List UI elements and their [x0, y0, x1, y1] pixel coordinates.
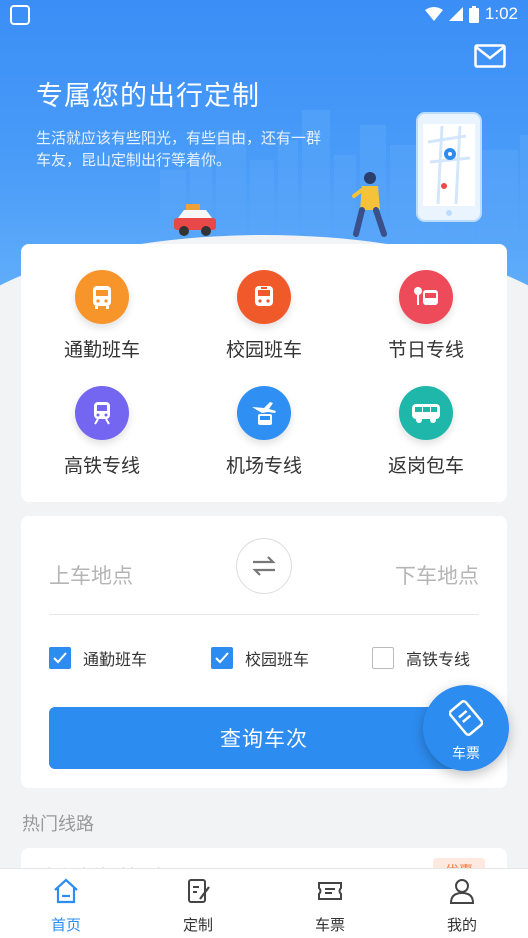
tab-label: 首页: [50, 916, 81, 934]
mail-icon[interactable]: [474, 44, 506, 68]
bottom-tab-bar: 首页 定制 车票 我的: [0, 868, 528, 938]
option-label: 通勤班车: [83, 650, 148, 669]
service-festival-line[interactable]: 节日专线: [356, 270, 496, 362]
service-label: 返岗包车: [387, 455, 464, 477]
swap-icon: [252, 556, 276, 576]
person-illustration: [352, 172, 387, 237]
charter-bus-icon: [399, 386, 453, 440]
train-icon: [75, 386, 129, 440]
user-icon: [449, 879, 475, 904]
festival-bus-icon: [399, 270, 453, 324]
service-label: 通勤班车: [63, 339, 140, 361]
service-high-speed-rail[interactable]: 高铁专线: [32, 386, 172, 478]
status-time: 1:02: [484, 4, 518, 23]
fab-label: 车票: [452, 746, 480, 762]
phone-map-illustration: [416, 112, 482, 222]
service-airport-line[interactable]: 机场专线: [194, 386, 334, 478]
tickets-fab[interactable]: 车票: [423, 685, 509, 771]
service-commute-bus[interactable]: 通勤班车: [32, 270, 172, 362]
option-commute-bus[interactable]: 通勤班车: [49, 646, 147, 670]
tab-label: 定制: [182, 916, 213, 934]
hero-subtitle: 生活就应该有些阳光，有些自由，还有一群车友，昆山定制出行等着你。: [36, 129, 322, 169]
service-campus-bus[interactable]: 校园班车: [194, 270, 334, 362]
checkbox-checked[interactable]: [211, 647, 233, 669]
wifi-icon: [424, 7, 443, 21]
ticket-icon: [449, 700, 483, 736]
query-trips-button[interactable]: 查询车次: [49, 707, 479, 769]
service-return-charter[interactable]: 返岗包车: [356, 386, 496, 478]
car-illustration: [174, 204, 216, 236]
checkbox-checked[interactable]: [49, 647, 71, 669]
school-bus-icon: [237, 270, 291, 324]
check-icon: [215, 652, 229, 664]
service-label: 高铁专线: [63, 455, 140, 477]
swap-locations-button[interactable]: [236, 538, 292, 594]
service-label: 校园班车: [225, 339, 302, 361]
tab-label: 我的: [446, 916, 477, 934]
edit-icon: [188, 879, 210, 903]
check-icon: [53, 652, 67, 664]
home-icon: [54, 878, 78, 904]
tab-label: 车票: [314, 916, 345, 934]
hero-title: 专属您的出行定制: [36, 81, 260, 112]
app-notification-icon: [10, 5, 30, 25]
service-label: 机场专线: [225, 455, 302, 477]
option-campus-bus[interactable]: 校园班车: [211, 646, 309, 670]
divider: [49, 614, 479, 615]
option-label: 高铁专线: [406, 650, 471, 669]
pickup-location-input[interactable]: 上车地点: [49, 560, 133, 590]
checkbox-unchecked[interactable]: [372, 647, 394, 669]
status-bar: 1:02: [0, 0, 528, 30]
hot-routes-title: 热门线路: [22, 814, 94, 835]
service-grid: 通勤班车 校园班车 节日专线 高铁专线 机场专线 返岗包车: [21, 244, 507, 502]
battery-icon: [468, 5, 479, 23]
tab-tickets[interactable]: 车票: [264, 869, 396, 938]
option-label: 校园班车: [245, 650, 310, 669]
option-high-speed-rail[interactable]: 高铁专线: [372, 646, 470, 670]
ticket-icon: [318, 882, 342, 900]
service-label: 节日专线: [387, 339, 464, 361]
bus-icon: [75, 270, 129, 324]
tab-custom[interactable]: 定制: [132, 869, 264, 938]
tab-profile[interactable]: 我的: [396, 869, 528, 938]
signal-icon: [448, 7, 463, 21]
airport-icon: [237, 386, 291, 440]
tab-home[interactable]: 首页: [0, 869, 132, 938]
dropoff-location-input[interactable]: 下车地点: [395, 560, 479, 590]
